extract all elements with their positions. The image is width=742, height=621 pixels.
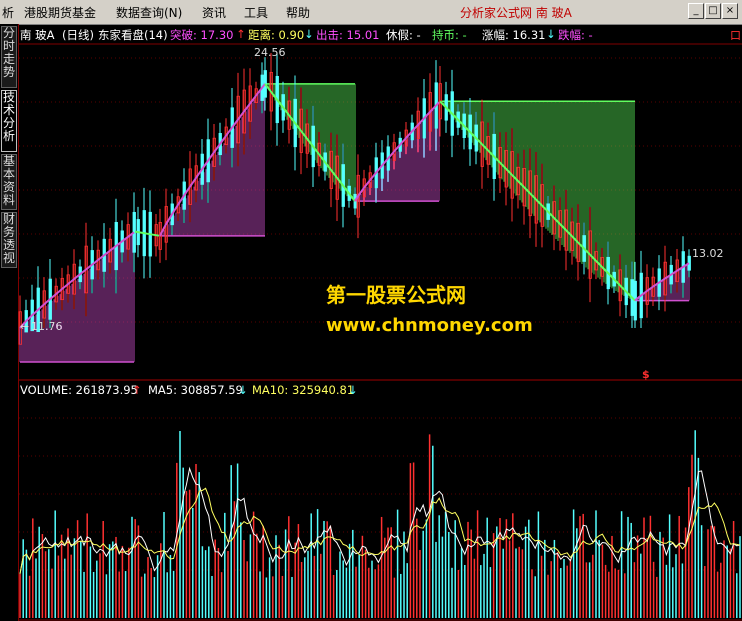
volume-value: VOLUME: 261873.95: [20, 383, 138, 397]
dollar-marker-icon: $: [642, 368, 650, 381]
low-price-label: 11.76: [31, 320, 63, 333]
hold-value: 持币: -: [432, 28, 467, 42]
ma10-value: MA10: 325940.81: [252, 383, 355, 397]
ma5-arrow-icon: ↓: [238, 383, 248, 397]
formula-name: 东家看盘(14): [98, 28, 168, 42]
distance-value: 距离: 0.90: [248, 28, 305, 42]
ma5-value: MA5: 308857.59: [148, 383, 243, 397]
watermark-url: www.chnmoney.com: [326, 315, 533, 336]
stock-name: 南 玻A: [20, 28, 55, 42]
rise-value: 涨幅: 16.31: [482, 28, 546, 42]
ma5-line: [19, 466, 741, 574]
high-price-label: 24.56: [254, 46, 286, 59]
ma10-arrow-icon: ↓: [348, 383, 358, 397]
ma10-line: [19, 487, 741, 574]
break-value: 突破: 17.30: [170, 28, 234, 42]
fall-value: 跌幅: -: [558, 28, 593, 42]
rest-value: 休假: -: [386, 28, 421, 42]
period-label: (日线): [62, 28, 94, 42]
exit-value: 出击: 15.01: [316, 28, 380, 42]
watermark-title: 第一股票公式网: [326, 283, 466, 307]
right-edge-label: 口: [730, 29, 741, 42]
low-arrow-icon: ←: [20, 320, 30, 333]
stock-chart[interactable]: [0, 0, 742, 621]
recent-price-label: 13.02: [692, 247, 724, 260]
break-arrow-icon: ↑: [236, 27, 246, 41]
rise-arrow-icon: ↓: [546, 27, 556, 41]
volume-arrow-icon: ↑: [132, 383, 142, 397]
distance-arrow-icon: ↓: [304, 27, 314, 41]
